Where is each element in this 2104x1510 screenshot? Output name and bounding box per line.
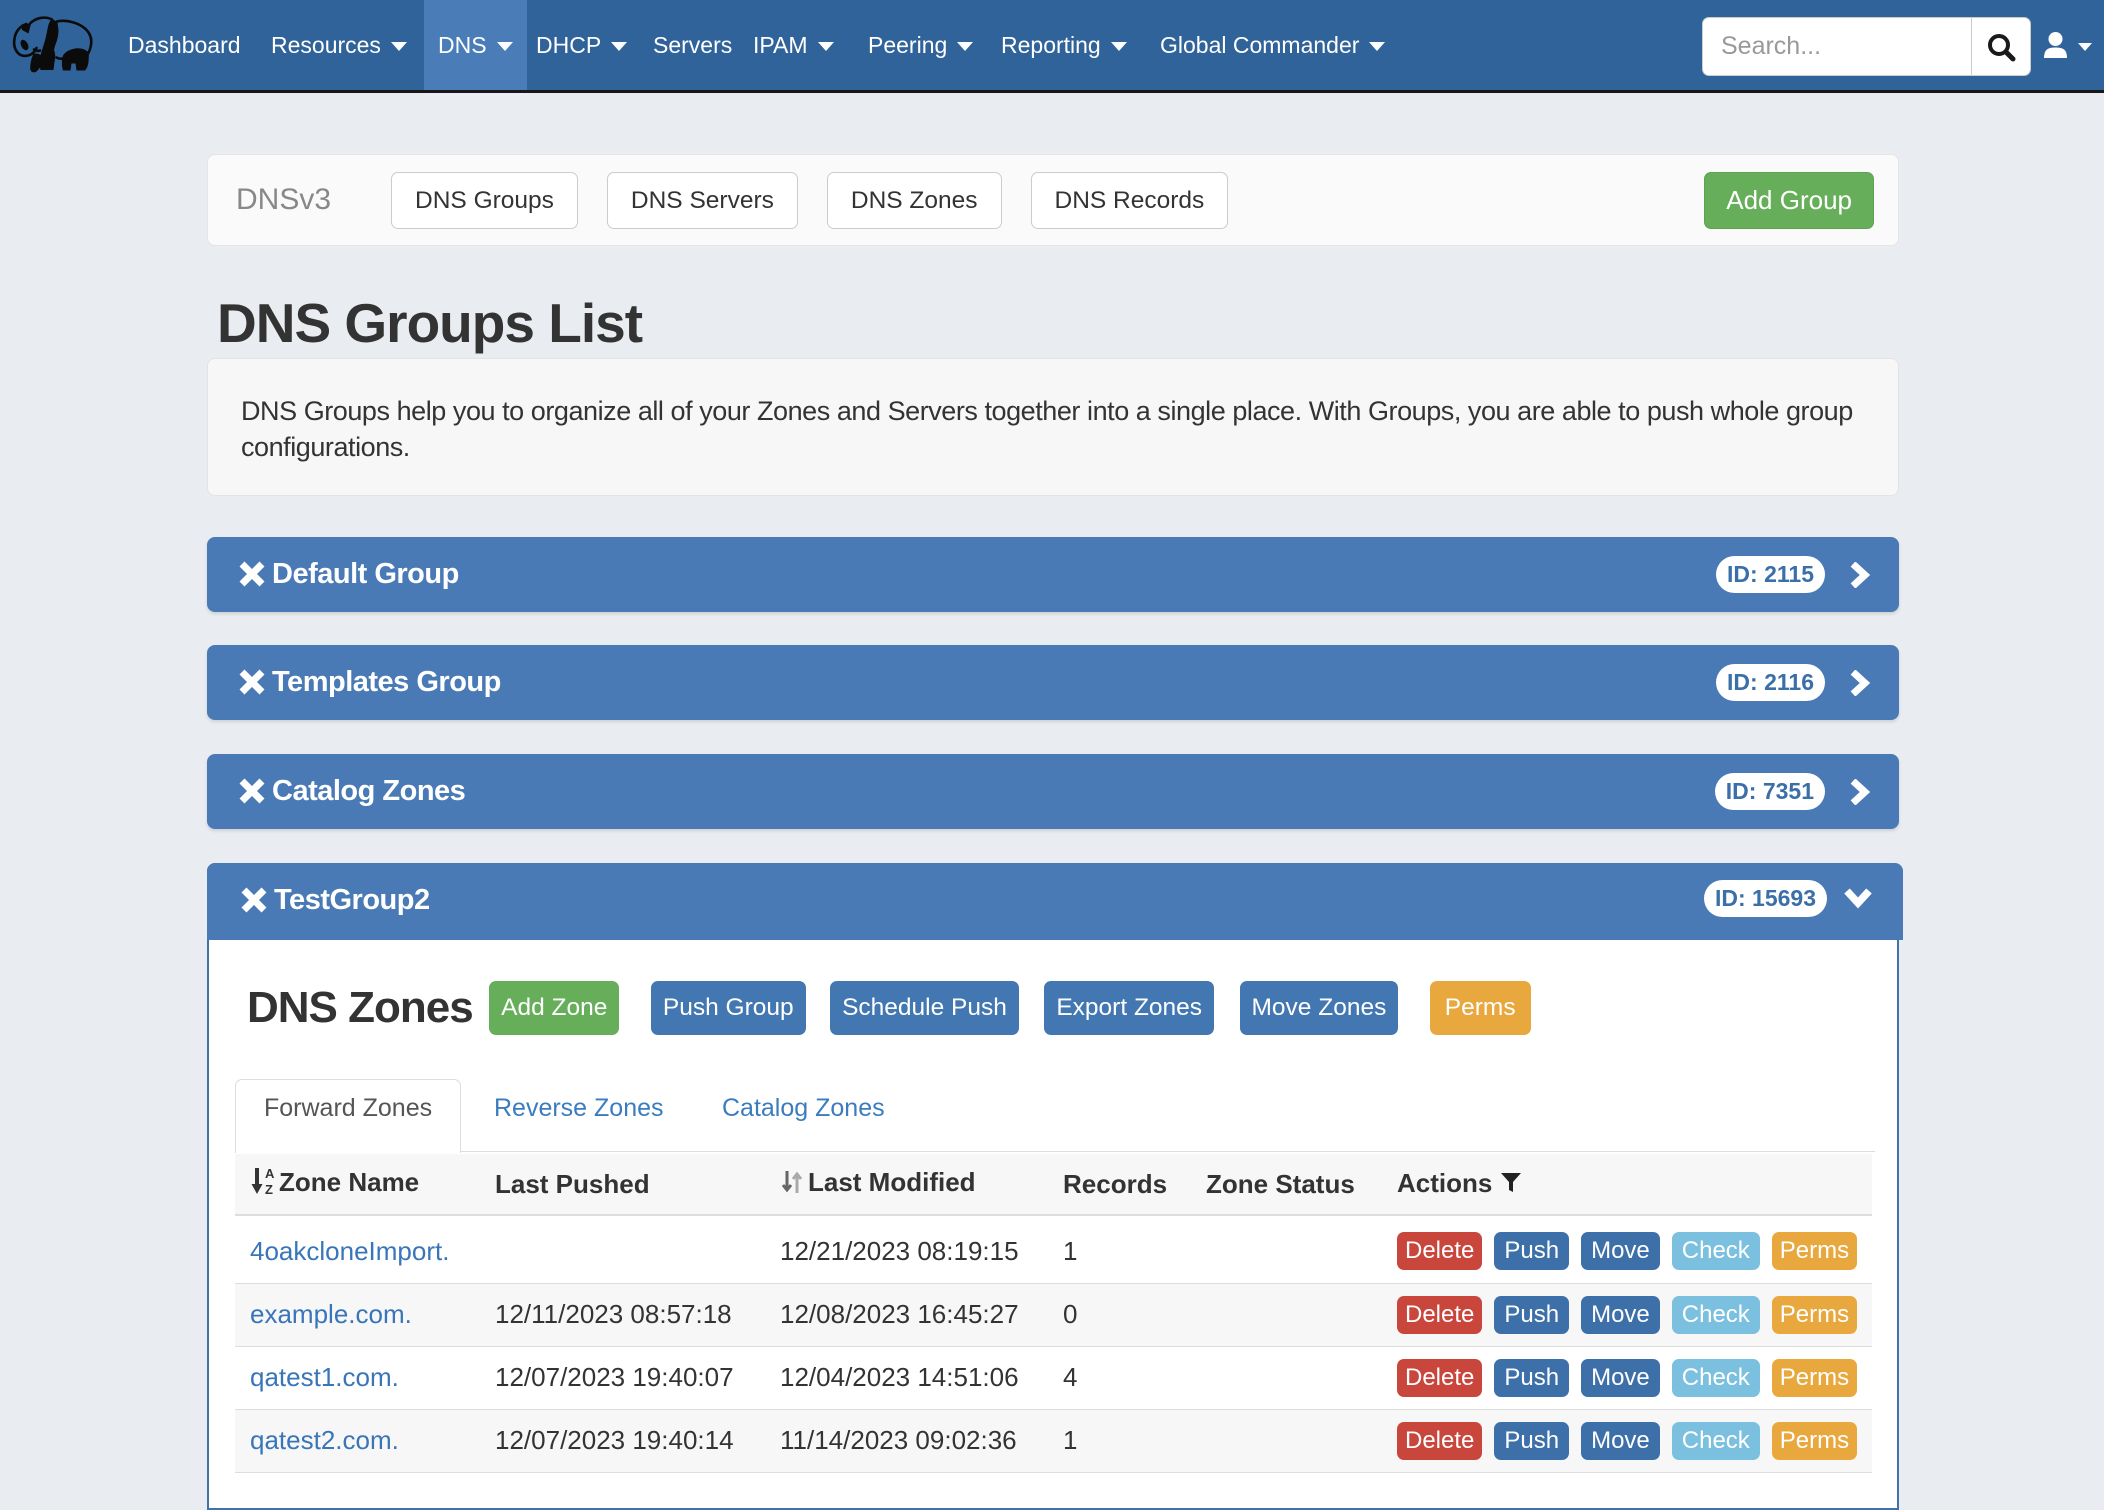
svg-text:Z: Z: [265, 1182, 273, 1195]
svg-text:A: A: [265, 1167, 275, 1181]
